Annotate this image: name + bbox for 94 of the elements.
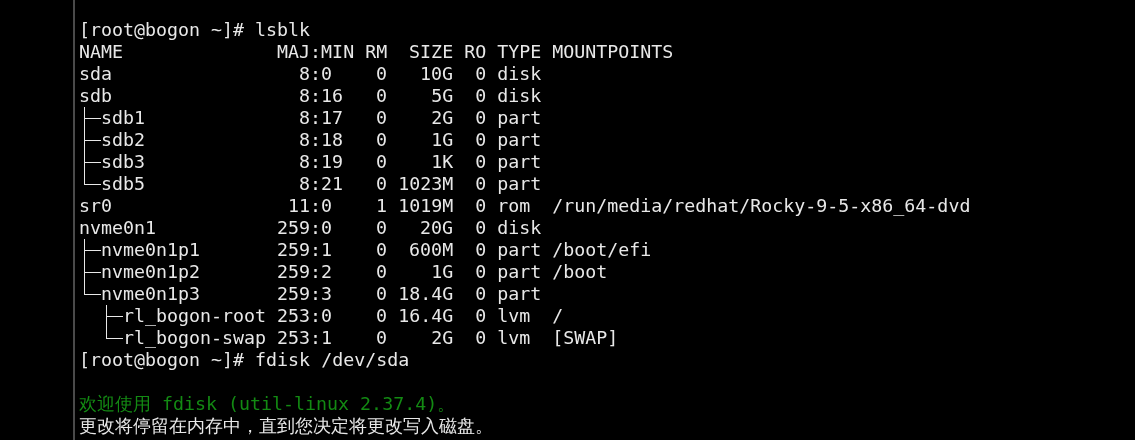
size-cell: 2G	[431, 327, 454, 348]
ro-cell: 0	[475, 151, 487, 172]
ro-cell: 0	[475, 283, 487, 304]
size-cell: 1G	[431, 129, 454, 150]
type-cell: disk	[497, 85, 542, 106]
type-cell: part	[497, 239, 542, 260]
column-header: RM	[365, 41, 388, 62]
device-name: sdb2	[101, 129, 146, 151]
size-cell: 18.4G	[398, 283, 454, 304]
rm-cell: 0	[376, 217, 388, 238]
mountpoint-cell: /	[552, 305, 564, 326]
type-cell: part	[497, 173, 542, 194]
rm-cell: 0	[376, 283, 388, 304]
size-cell: 2G	[431, 107, 454, 128]
column-header: MAJ:MIN	[277, 41, 355, 62]
rm-cell: 0	[376, 305, 388, 326]
rm-cell: 0	[376, 151, 388, 172]
column-header: SIZE	[409, 41, 454, 62]
rm-cell: 0	[376, 63, 388, 84]
size-cell: 10G	[420, 63, 454, 84]
maj-min-cell-text: 8:18	[298, 129, 345, 150]
size-cell: 600M	[409, 239, 454, 260]
type-cell: part	[497, 107, 542, 128]
maj-min-cell-text: 253:1	[277, 327, 334, 348]
rm-cell: 1	[376, 195, 388, 216]
ro-cell: 0	[475, 261, 487, 282]
rm-cell: 0	[376, 85, 388, 106]
column-header: NAME	[79, 41, 124, 63]
type-cell: part	[497, 151, 542, 172]
ro-cell: 0	[475, 107, 487, 128]
output-line: 更改将停留在内存中，直到您决定将更改写入磁盘。	[79, 415, 493, 436]
maj-min-cell-text: 259:1	[277, 239, 334, 260]
rm-cell: 0	[376, 239, 388, 260]
device-name: sdb1	[101, 107, 146, 129]
mountpoint-cell: /boot	[552, 261, 608, 282]
device-name: nvme0n1p1	[101, 239, 201, 261]
size-cell: 20G	[420, 217, 454, 238]
device-name: rl_bogon-root	[123, 305, 267, 327]
maj-min-cell-text: 8:21	[298, 173, 345, 194]
mountpoint-cell: /run/media/redhat/Rocky-9-5-x86_64-dvd	[552, 195, 971, 216]
size-cell: 1G	[431, 261, 454, 282]
maj-min-cell-text: 259:0	[277, 217, 334, 238]
ro-cell: 0	[475, 217, 487, 238]
maj-min-cell-text: 8:17	[298, 107, 345, 128]
mountpoint-cell: [SWAP]	[552, 327, 619, 348]
ro-cell: 0	[475, 195, 487, 216]
ro-cell: 0	[475, 63, 487, 84]
maj-min-cell-text: 8:0	[298, 63, 334, 84]
type-cell: disk	[497, 63, 542, 84]
maj-min-cell-text: 11:0	[287, 195, 334, 216]
command-line: [root@bogon ~]# lsblk	[79, 19, 311, 40]
size-cell: 16.4G	[398, 305, 454, 326]
device-name: sda	[79, 63, 113, 85]
type-cell: rom	[497, 195, 531, 216]
device-name: sdb	[79, 85, 113, 107]
column-header: TYPE	[497, 41, 542, 62]
ro-cell: 0	[475, 173, 487, 194]
rm-cell: 0	[376, 327, 388, 348]
type-cell: part	[497, 283, 542, 304]
type-cell: lvm	[497, 305, 531, 326]
rm-cell: 0	[376, 107, 388, 128]
type-cell: part	[497, 129, 542, 150]
size-cell: 1K	[431, 151, 454, 172]
device-name: sdb5	[101, 173, 146, 195]
maj-min-cell-text: 8:16	[298, 85, 345, 106]
maj-min-cell-text: 253:0	[277, 305, 334, 326]
column-header: RO	[464, 41, 487, 62]
ro-cell: 0	[475, 305, 487, 326]
maj-min-cell-text: 259:3	[277, 283, 334, 304]
ro-cell: 0	[475, 239, 487, 260]
size-cell: 5G	[431, 85, 454, 106]
maj-min-cell-text: 8:19	[298, 151, 345, 172]
maj-min-cell-text: 259:2	[277, 261, 334, 282]
column-header: MOUNTPOINTS	[552, 41, 674, 62]
ro-cell: 0	[475, 129, 487, 150]
ro-cell: 0	[475, 85, 487, 106]
device-name: rl_bogon-swap	[123, 327, 267, 349]
rm-cell: 0	[376, 129, 388, 150]
mountpoint-cell: /boot/efi	[552, 239, 652, 260]
ro-cell: 0	[475, 327, 487, 348]
device-name: sr0	[79, 195, 113, 217]
type-cell: disk	[497, 217, 542, 238]
device-name: nvme0n1p2	[101, 261, 201, 283]
size-cell: 1019M	[398, 195, 454, 216]
rm-cell: 0	[376, 173, 388, 194]
welcome-message: 欢迎使用 fdisk (util-linux 2.37.4)。	[79, 393, 456, 414]
type-cell: lvm	[497, 327, 531, 348]
type-cell: part	[497, 261, 542, 282]
size-cell: 1023M	[398, 173, 454, 194]
device-name: nvme0n1	[79, 217, 157, 239]
device-name: sdb3	[101, 151, 146, 173]
rm-cell: 0	[376, 261, 388, 282]
command-line: [root@bogon ~]# fdisk /dev/sda	[79, 349, 410, 370]
device-name: nvme0n1p3	[101, 283, 201, 305]
